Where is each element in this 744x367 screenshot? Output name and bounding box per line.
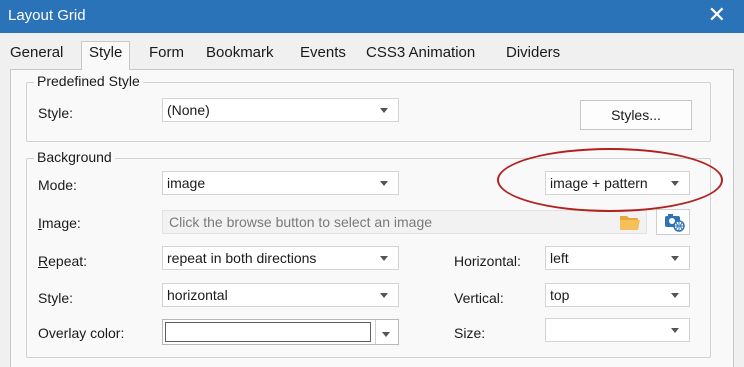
chevron-down-icon [671,328,679,333]
image-path-placeholder: Click the browse button to select an ima… [169,214,433,230]
tab-general[interactable]: General [10,42,63,70]
overlay-color-divider [375,320,376,344]
predefined-style-group-title: Predefined Style [34,73,143,89]
style-tab-panel: Predefined Style Style: (None) Styles...… [10,69,734,367]
overlay-color-label: Overlay color: [38,325,125,341]
mode-label: Mode: [38,177,77,193]
chevron-down-icon [671,256,679,261]
mode-value: image [167,175,206,191]
tab-css3-animation[interactable]: CSS3 Animation [366,42,475,70]
tab-bookmark[interactable]: Bookmark [206,42,274,70]
close-icon[interactable]: ✕ [708,3,726,27]
image-label: Image: [38,215,81,231]
image-path-field[interactable]: Click the browse button to select an ima… [162,210,647,234]
background-style-select[interactable]: horizontal [162,283,399,307]
chevron-down-icon [380,181,388,186]
predefined-style-select[interactable]: (None) [162,98,399,122]
layout-grid-dialog: Layout Grid ✕ Predefined Style Style: (N… [0,0,744,367]
size-label: Size: [454,325,486,341]
background-style-value: horizontal [167,287,228,303]
chevron-down-icon [671,181,679,186]
mode-option-value: image + pattern [550,175,648,191]
chevron-down-icon [382,332,390,337]
tab-dividers[interactable]: Dividers [506,42,560,70]
chevron-down-icon [380,293,388,298]
mode-option-select[interactable]: image + pattern [545,171,690,195]
horizontal-select[interactable]: left [545,246,690,270]
window-title: Layout Grid [8,7,86,24]
tab-style[interactable]: Style [81,41,131,70]
predefined-style-label: Style: [38,105,74,121]
background-group-title: Background [34,149,115,165]
predefined-style-value: (None) [167,102,210,118]
mode-select[interactable]: image [162,171,399,195]
horizontal-label: Horizontal: [454,253,521,269]
camera-globe-icon[interactable] [656,209,690,235]
chevron-down-icon [380,108,388,113]
size-select[interactable] [545,318,690,342]
styles-button[interactable]: Styles... [580,100,692,130]
overlay-color-picker[interactable] [162,319,399,345]
tab-form[interactable]: Form [149,42,184,70]
vertical-value: top [550,287,570,303]
vertical-label: Vertical: [454,290,504,306]
tab-events[interactable]: Events [300,42,346,70]
chevron-down-icon [671,293,679,298]
folder-icon[interactable] [613,210,645,234]
repeat-value: repeat in both directions [167,250,317,266]
chevron-down-icon [380,256,388,261]
repeat-select[interactable]: repeat in both directions [162,246,399,270]
horizontal-value: left [550,250,569,266]
title-bar: Layout Grid ✕ [0,0,744,33]
overlay-color-swatch [165,322,371,342]
vertical-select[interactable]: top [545,283,690,307]
background-style-label: Style: [38,290,74,306]
repeat-label: Repeat: [38,253,88,269]
